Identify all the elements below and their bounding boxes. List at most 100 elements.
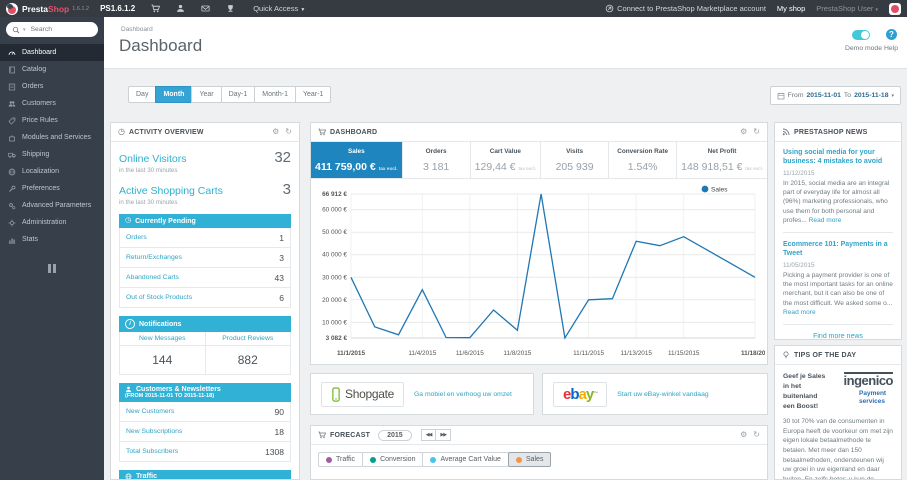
forecast-panel-title: FORECAST	[330, 431, 371, 439]
new-customers-link[interactable]: New Customers	[126, 408, 174, 415]
kpi-visits[interactable]: Visits 205 939	[541, 142, 610, 178]
range-month-1-button[interactable]: Month-1	[254, 86, 296, 103]
new-messages-link[interactable]: New Messages	[120, 332, 205, 346]
forecast-year-pill[interactable]: 2015	[378, 429, 412, 441]
read-more-link[interactable]: Read more	[809, 217, 842, 224]
range-month-button[interactable]: Month	[155, 86, 193, 103]
kpi-orders[interactable]: Orders 3 181	[403, 142, 471, 178]
forecast-next-button[interactable]: ▶▶	[435, 429, 452, 441]
kpi-net-profit[interactable]: Net Profit 148 918,51 € tax excl.	[677, 142, 767, 178]
forecast-prev-button[interactable]: ◀◀	[420, 429, 437, 441]
truck-icon	[8, 151, 16, 159]
range-year-1-button[interactable]: Year-1	[294, 86, 332, 103]
marketplace-connect-link[interactable]: Connect to PrestaShop Marketplace accoun…	[605, 4, 766, 13]
sidebar-item-catalog[interactable]: Catalog	[0, 61, 104, 78]
shopgate-link[interactable]: Ga mobiel en verhoog uw omzet	[414, 391, 512, 398]
cart-icon[interactable]	[151, 4, 161, 13]
sidebar-item-price-rules[interactable]: Price Rules	[0, 112, 104, 129]
marketplace-icon	[605, 4, 614, 13]
ebay-link[interactable]: Start uw eBay-winkel vandaag	[617, 391, 708, 398]
toggle-conversion[interactable]: Conversion	[362, 452, 424, 467]
forecast-panel-header: FORECAST 2015 ◀◀ ▶▶ ⚙ ↻	[311, 426, 767, 445]
new-subscriptions-link[interactable]: New Subscriptions	[126, 428, 182, 435]
sidebar-item-customers[interactable]: Customers	[0, 95, 104, 112]
panel-refresh-icon[interactable]: ↻	[285, 128, 292, 136]
demo-mode-toggle[interactable]	[852, 30, 870, 40]
panel-settings-icon[interactable]: ⚙	[272, 128, 279, 136]
topbar: PrestaShop 1.6.1.2 PS1.6.1.2 Quick Acces…	[0, 0, 907, 17]
date-range-picker[interactable]: From 2015-11-01 To 2015-11-18 ▾	[769, 86, 901, 105]
kpi-sales[interactable]: Sales 411 759,00 € tax excl.	[311, 142, 403, 178]
active-carts-link[interactable]: Active Shopping Carts	[119, 185, 223, 197]
activity-overview-panel: ◷ ACTIVITY OVERVIEW ⚙ ↻ Online Visitors 3…	[110, 122, 300, 480]
ebay-logo: ebay™	[553, 381, 608, 407]
sidebar-item-dashboard[interactable]: Dashboard	[0, 44, 104, 61]
read-more-link[interactable]: Read more	[783, 309, 816, 316]
modules-icon	[8, 134, 16, 142]
sidebar-item-preferences[interactable]: Preferences	[0, 180, 104, 197]
news-item-title-link[interactable]: Using social media for your business: 4 …	[783, 148, 893, 167]
abandoned-carts-link[interactable]: Abandoned Carts	[126, 274, 179, 281]
messages-icon[interactable]	[201, 4, 210, 13]
user-menu[interactable]: PrestaShop User ▾	[816, 4, 878, 13]
total-subscribers-link[interactable]: Total Subscribers	[126, 448, 178, 455]
dashboard-panel-title: DASHBOARD	[330, 128, 378, 136]
topbar-right: Connect to PrestaShop Marketplace accoun…	[605, 2, 901, 15]
quick-access-menu[interactable]: Quick Access ▼	[253, 4, 305, 13]
sidebar-item-shipping[interactable]: Shipping	[0, 146, 104, 163]
customer-icon[interactable]	[176, 4, 185, 13]
sidebar-item-stats[interactable]: Stats	[0, 231, 104, 248]
range-day-button[interactable]: Day	[128, 86, 157, 103]
sidebar-item-label: Stats	[22, 236, 38, 243]
ingenico-subtitle: Payment services	[859, 390, 887, 405]
pending-orders-value: 1	[279, 232, 284, 243]
find-more-news-link[interactable]: Find more news	[783, 333, 893, 339]
news-panel-header: PRESTASHOP NEWS	[775, 123, 901, 142]
panel-settings-icon[interactable]: ⚙	[740, 431, 747, 439]
my-shop-link[interactable]: My shop	[777, 4, 805, 13]
out-of-stock-link[interactable]: Out of Stock Products	[126, 294, 192, 301]
sidebar-collapse-button[interactable]	[46, 264, 58, 273]
toggle-traffic[interactable]: Traffic	[318, 452, 364, 467]
product-reviews-link[interactable]: Product Reviews	[205, 332, 290, 346]
sidebar-item-orders[interactable]: Orders	[0, 78, 104, 95]
panel-refresh-icon[interactable]: ↻	[753, 128, 760, 136]
sidebar-item-label: Administration	[22, 219, 67, 226]
online-visitors-link[interactable]: Online Visitors	[119, 153, 187, 165]
sidebar-search[interactable]: ▾	[6, 22, 98, 37]
range-year-button[interactable]: Year	[191, 86, 222, 103]
sidebar-item-label: Modules and Services	[22, 134, 91, 141]
search-scope-caret[interactable]: ▾	[23, 27, 26, 33]
svg-text:10 000 €: 10 000 €	[322, 319, 347, 326]
range-day-1-button[interactable]: Day-1	[220, 86, 256, 103]
sidebar-item-label: Localization	[22, 168, 59, 175]
sidebar-item-localization[interactable]: Localization	[0, 163, 104, 180]
gears-icon	[8, 202, 16, 210]
sidebar-item-modules[interactable]: Modules and Services	[0, 129, 104, 146]
trophy-icon[interactable]	[226, 4, 235, 13]
user-avatar[interactable]	[889, 2, 901, 15]
panel-settings-icon[interactable]: ⚙	[740, 128, 747, 136]
kpi-cart-value[interactable]: Cart Value 129,44 € tax excl.	[471, 142, 542, 178]
customers-icon	[8, 100, 16, 108]
toggle-sales[interactable]: Sales	[507, 452, 552, 467]
sidebar-item-advanced-parameters[interactable]: Advanced Parameters	[0, 197, 104, 214]
toggle-average-cart-value[interactable]: Average Cart Value	[422, 452, 509, 467]
sidebar-item-administration[interactable]: Administration	[0, 214, 104, 231]
panel-refresh-icon[interactable]: ↻	[753, 431, 760, 439]
pending-row-returns: Return/Exchanges 3	[120, 248, 290, 268]
currently-pending-section: ◷ Currently Pending Orders 1 Return/Excha…	[119, 214, 291, 308]
news-item-title-link[interactable]: Ecommerce 101: Payments in a Tweet	[783, 240, 893, 259]
ebay-ad: ebay™ Start uw eBay-winkel vandaag	[542, 373, 768, 415]
kpi-conversion-rate[interactable]: Conversion Rate 1.54%	[609, 142, 678, 178]
online-visitors-subtitle: in the last 30 minutes	[119, 167, 178, 174]
date-from-label: From	[787, 92, 804, 99]
sidebar-item-label: Preferences	[22, 185, 60, 192]
search-input[interactable]	[28, 25, 83, 34]
sidebar-item-label: Advanced Parameters	[22, 202, 92, 209]
sidebar-item-label: Customers	[22, 100, 56, 107]
help-icon[interactable]: ?	[886, 29, 897, 40]
pending-orders-link[interactable]: Orders	[126, 234, 147, 241]
active-carts-subtitle: in the last 30 minutes	[119, 199, 178, 206]
pending-returns-link[interactable]: Return/Exchanges	[126, 254, 182, 261]
